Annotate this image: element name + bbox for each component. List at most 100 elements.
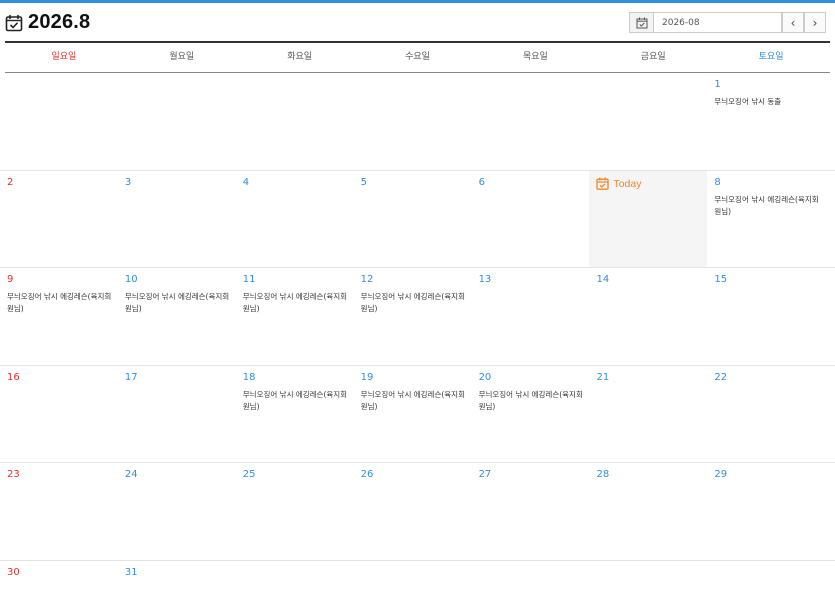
calendar-day-cell[interactable]: 17: [118, 366, 236, 463]
day-number: 16: [7, 371, 20, 383]
day-number: 18: [242, 371, 256, 383]
weekday-tuesday: 화요일: [287, 52, 313, 62]
calendar-day-cell[interactable]: [236, 73, 354, 170]
calendar-day-cell[interactable]: 23: [0, 463, 118, 560]
day-number: 25: [242, 469, 256, 480]
calendar-day-cell[interactable]: 26: [354, 463, 472, 560]
calendar-day-cell[interactable]: 18 무늬오징어 낚시 에깅레슨(육지회원님): [236, 366, 354, 463]
calendar-day-cell[interactable]: 31: [118, 561, 236, 591]
day-number: 17: [124, 371, 138, 383]
calendar-day-cell[interactable]: [707, 561, 825, 591]
day-number: 24: [124, 469, 138, 480]
calendar-day-cell[interactable]: 10 무늬오징어 낚시 에깅레슨(육지회원님): [118, 268, 236, 365]
day-number: 5: [360, 176, 368, 188]
day-number: 2: [7, 176, 14, 188]
day-number: 15: [714, 274, 728, 285]
weekday-friday: 금요일: [640, 52, 666, 62]
weekday-wednesday: 수요일: [405, 52, 430, 62]
calendar-day-cell[interactable]: 12 무늬오징어 낚시 에깅레슨(육지회원님): [354, 268, 472, 365]
day-number: 4: [242, 176, 250, 188]
month-picker-input[interactable]: 2026-08: [629, 12, 782, 33]
calendar-day-cell[interactable]: [589, 73, 707, 170]
day-number: 8: [714, 176, 721, 188]
calendar-week-row: 30 31: [0, 561, 835, 591]
calendar-day-cell[interactable]: 21: [589, 366, 707, 463]
calendar-event[interactable]: 무늬오징어 낚시 에깅레슨(육지회원님): [125, 291, 236, 315]
calendar-day-cell[interactable]: [354, 561, 472, 591]
calendar-day-cell[interactable]: 9 무늬오징어 낚시 에깅레슨(육지회원님): [0, 268, 118, 365]
calendar-week-row: 2 3 4 5 6 Today 8 무늬오징어 낚시 에깅레슨(육지회원님): [0, 170, 835, 268]
page-title: 2026.8: [28, 11, 91, 33]
calendar-day-cell[interactable]: 6: [472, 171, 590, 268]
calendar-event[interactable]: 무늬오징어 낚시 에깅레슨(육지회원님): [243, 389, 354, 413]
calendar-day-cell[interactable]: 25: [236, 463, 354, 560]
calendar-day-cell[interactable]: [589, 561, 707, 591]
calendar-day-cell[interactable]: 29: [707, 463, 825, 560]
calendar-day-cell[interactable]: 22: [707, 366, 825, 463]
month-picker-calendar-icon[interactable]: [630, 13, 654, 32]
calendar-week-row: 23 24 25 26 27 28 29: [0, 463, 835, 561]
calendar-day-cell[interactable]: 19 무늬오징어 낚시 에깅레슨(육지회원님): [354, 366, 472, 463]
calendar-day-cell[interactable]: [0, 73, 118, 170]
calendar-day-cell[interactable]: [472, 561, 590, 591]
today-text: Today: [613, 177, 642, 190]
calendar-day-cell[interactable]: [354, 73, 472, 170]
day-number: 10: [124, 274, 138, 285]
calendar-day-cell[interactable]: 5: [354, 171, 472, 268]
day-number: 23: [7, 469, 20, 480]
calendar-day-cell[interactable]: 16: [0, 366, 118, 463]
weekday-saturday: 토요일: [758, 52, 784, 62]
calendar-event[interactable]: 무늬오징어 낚시 에깅레슨(육지회원님): [361, 389, 472, 413]
calendar-event[interactable]: 무늬오징어 낚시 에깅레슨(육지회원님): [361, 291, 472, 315]
calendar-event[interactable]: 무늬오징어 낚시 에깅레슨(육지회원님): [714, 194, 825, 218]
weekday-monday: 월요일: [169, 52, 195, 62]
day-number: 11: [242, 274, 256, 285]
calendar-event[interactable]: 무늬오징어 낚시 에깅레슨(육지회원님): [243, 291, 354, 315]
calendar-header: 2026.8 2026-08 ‹ ›: [0, 3, 835, 41]
calendar-week-row: 16 17 18 무늬오징어 낚시 에깅레슨(육지회원님) 19 무늬오징어 낚시 에깅레…: [0, 366, 835, 463]
day-number: 30: [7, 566, 20, 578]
day-number: 27: [478, 469, 492, 480]
calendar-event[interactable]: 무늬오징어 낚시 에깅레슨(육지회원님): [7, 291, 118, 315]
next-month-button[interactable]: ›: [804, 12, 826, 33]
day-number: 9: [7, 274, 14, 285]
calendar-day-cell-today[interactable]: Today: [589, 170, 708, 267]
calendar-day-cell[interactable]: [236, 561, 354, 591]
day-number: 13: [478, 274, 492, 285]
day-number: 20: [478, 371, 492, 383]
calendar-day-cell[interactable]: 20 무늬오징어 낚시 에깅레슨(육지회원님): [472, 366, 590, 463]
calendar-day-cell[interactable]: 2: [0, 171, 118, 268]
calendar-day-cell[interactable]: 13: [472, 268, 590, 365]
calendar-day-cell[interactable]: 27: [472, 463, 590, 560]
calendar-event[interactable]: 무늬오징어 낚시 동출: [714, 96, 825, 108]
day-number: 1: [714, 79, 721, 90]
day-number: 12: [360, 274, 374, 285]
weekday-thursday: 목요일: [522, 52, 548, 62]
calendar-day-cell[interactable]: 11 무늬오징어 낚시 에깅레슨(육지회원님): [236, 268, 354, 365]
calendar-day-cell[interactable]: 15: [707, 268, 825, 365]
calendar-day-cell[interactable]: [118, 73, 236, 170]
calendar-day-cell[interactable]: 4: [236, 171, 354, 268]
calendar-event[interactable]: 무늬오징어 낚시 에깅레슨(육지회원님): [479, 389, 590, 413]
calendar-day-cell[interactable]: 1 무늬오징어 낚시 동출: [707, 73, 825, 170]
prev-month-button[interactable]: ‹: [782, 12, 804, 33]
day-number: 6: [478, 176, 485, 188]
day-number: 26: [360, 469, 374, 480]
calendar-day-cell[interactable]: 3: [118, 171, 236, 268]
calendar-day-cell[interactable]: [472, 73, 590, 170]
chevron-right-icon: ›: [812, 15, 818, 30]
calendar-day-cell[interactable]: 8 무늬오징어 낚시 에깅레슨(육지회원님): [707, 171, 825, 268]
day-number: 3: [124, 176, 132, 188]
calendar-day-cell[interactable]: 24: [118, 463, 236, 560]
calendar-day-cell[interactable]: 14: [589, 268, 707, 365]
weekday-sunday: 일요일: [51, 52, 77, 62]
title-group: 2026.8: [5, 11, 90, 34]
calendar-grid: 1 무늬오징어 낚시 동출 2 3 4 5 6 Today 8 무늬오징어 낚시 에깅레슨(육지회…: [0, 73, 835, 591]
calendar-day-cell[interactable]: 28: [589, 463, 707, 560]
day-number: 21: [596, 371, 610, 383]
day-number: 19: [360, 371, 374, 383]
day-number: 29: [714, 469, 728, 480]
month-picker-value: 2026-08: [662, 17, 700, 28]
today-label: Today: [596, 177, 707, 191]
calendar-day-cell[interactable]: 30: [0, 561, 118, 591]
